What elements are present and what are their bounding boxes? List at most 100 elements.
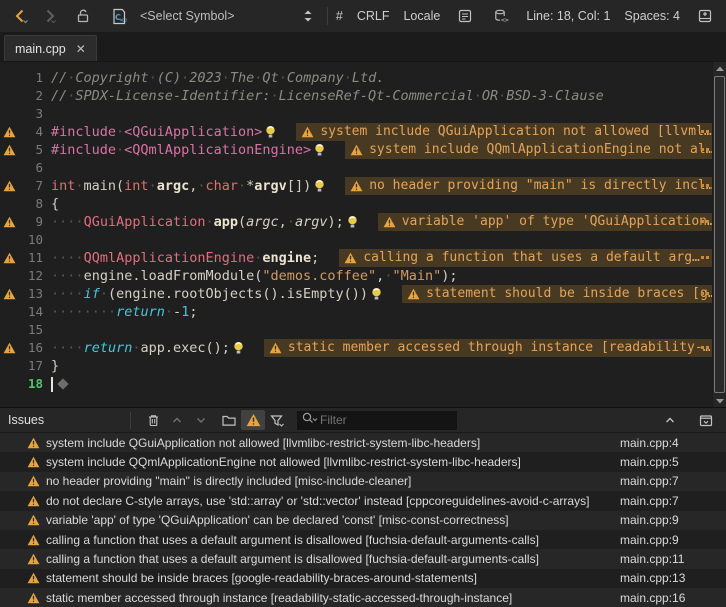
quickfix-lightbulb-icon[interactable] <box>233 341 244 355</box>
unlock-icon[interactable] <box>72 5 94 27</box>
split-editor-icon[interactable] <box>694 5 716 27</box>
detach-panel-icon[interactable] <box>694 410 718 430</box>
code-text: } <box>51 357 59 375</box>
inline-annotation[interactable]: system include QQmlApplicationEngine not… <box>345 141 712 159</box>
code-line[interactable]: 7int·main(int·argc,·char·*argv[])no head… <box>0 177 712 195</box>
line-number[interactable]: 3 <box>19 105 43 123</box>
doc-properties-icon[interactable] <box>454 5 476 27</box>
next-issue-icon[interactable] <box>189 410 213 430</box>
encoding-indicator[interactable]: Locale <box>403 9 440 23</box>
warning-icon <box>350 180 363 192</box>
file-encoding-icon[interactable]: <> <box>490 5 512 27</box>
issue-row[interactable]: variable 'app' of type 'QGuiApplication'… <box>0 511 726 530</box>
trash-icon[interactable] <box>141 410 165 430</box>
inline-annotation[interactable]: calling a function that uses a default a… <box>339 249 712 267</box>
line-number[interactable]: 15 <box>19 321 43 339</box>
gutter-warning-icon[interactable] <box>0 252 19 264</box>
back-icon[interactable] <box>10 5 32 27</box>
code-line[interactable]: 8{ <box>0 195 712 213</box>
gutter-warning-icon[interactable] <box>0 144 19 156</box>
code-line[interactable]: 13····if·(engine.rootObjects().isEmpty()… <box>0 285 712 303</box>
line-number[interactable]: 2 <box>19 87 43 105</box>
quickfix-lightbulb-icon[interactable] <box>265 125 276 139</box>
issue-row[interactable]: calling a function that uses a default a… <box>0 549 726 568</box>
quickfix-lightbulb-icon[interactable] <box>314 143 325 157</box>
issue-row[interactable]: system include QQmlApplicationEngine not… <box>0 452 726 471</box>
code-line[interactable]: 5#include·<QQmlApplicationEngine>system … <box>0 141 712 159</box>
issue-row[interactable]: statement should be inside braces [googl… <box>0 569 726 588</box>
gutter-warning-icon[interactable] <box>0 288 19 300</box>
gutter-warning-icon[interactable] <box>0 342 19 354</box>
category-folder-icon[interactable] <box>217 410 241 430</box>
line-number[interactable]: 17 <box>19 357 43 375</box>
line-number[interactable]: 7 <box>19 177 43 195</box>
cursor-position-indicator[interactable]: Line: 18, Col: 1 <box>526 9 610 23</box>
inline-annotation[interactable]: no header providing "main" is directly i… <box>345 177 712 195</box>
gutter-warning-icon[interactable] <box>0 216 19 228</box>
line-number[interactable]: 5 <box>19 141 43 159</box>
collapse-panel-icon[interactable] <box>658 410 682 430</box>
line-number[interactable]: 18 <box>19 375 43 393</box>
code-line[interactable]: 15 <box>0 321 712 339</box>
code-line[interactable]: 16····return·app.exec();static member ac… <box>0 339 712 357</box>
line-number[interactable]: 13 <box>19 285 43 303</box>
updown-spinner-icon[interactable] <box>297 5 319 27</box>
editor-scrollbar[interactable] <box>712 62 726 407</box>
scrollbar-down-icon[interactable] <box>713 394 726 407</box>
forward-icon[interactable] <box>38 5 60 27</box>
line-number[interactable]: 10 <box>19 231 43 249</box>
line-ending-indicator[interactable]: CRLF <box>357 9 390 23</box>
inline-annotation[interactable]: variable 'app' of type 'QGuiApplication… <box>378 213 712 231</box>
issue-row[interactable]: system include QGuiApplication not allow… <box>0 433 726 452</box>
symbol-dropdown[interactable]: <Select Symbol> <box>130 5 319 27</box>
scrollbar-up-icon[interactable] <box>713 62 726 75</box>
line-number[interactable]: 14 <box>19 303 43 321</box>
line-number[interactable]: 8 <box>19 195 43 213</box>
quickfix-lightbulb-icon[interactable] <box>347 215 358 229</box>
scrollbar-thumb[interactable] <box>714 76 725 393</box>
code-line[interactable]: 3 <box>0 105 712 123</box>
code-line[interactable]: 2//·SPDX-License-Identifier:·LicenseRef-… <box>0 87 712 105</box>
symbol-dropdown-value[interactable]: <Select Symbol> <box>140 9 235 23</box>
code-line[interactable]: 11····QQmlApplicationEngine·engine;calli… <box>0 249 712 267</box>
issue-row[interactable]: no header providing "main" is directly i… <box>0 472 726 491</box>
code-line[interactable]: 6 <box>0 159 712 177</box>
inline-annotation[interactable]: system include QGuiApplication not allow… <box>296 123 712 141</box>
annotation-text: calling a function that uses a default a… <box>363 249 700 267</box>
issues-filter-box[interactable] <box>297 411 457 430</box>
issue-text: static member accessed through instance … <box>46 591 620 605</box>
code-line[interactable]: 18 <box>0 375 712 393</box>
line-number[interactable]: 1 <box>19 69 43 87</box>
line-number[interactable]: 9 <box>19 213 43 231</box>
line-number[interactable]: 12 <box>19 267 43 285</box>
line-number[interactable]: 6 <box>19 159 43 177</box>
line-number[interactable]: 11 <box>19 249 43 267</box>
code-line[interactable]: 10 <box>0 231 712 249</box>
code-line[interactable]: 17} <box>0 357 712 375</box>
quickfix-lightbulb-icon[interactable] <box>314 179 325 193</box>
line-number[interactable]: 4 <box>19 123 43 141</box>
code-line[interactable]: 9····QGuiApplication·app(argc,·argv);var… <box>0 213 712 231</box>
code-editor[interactable]: 1//·Copyright·(C)·2023·The·Qt·Company·Lt… <box>0 62 726 407</box>
issue-row[interactable]: static member accessed through instance … <box>0 588 726 607</box>
code-line[interactable]: 12····engine.loadFromModule("demos.coffe… <box>0 267 712 285</box>
tab-main-cpp[interactable]: main.cpp ✕ <box>4 35 97 61</box>
warning-filter-icon[interactable] <box>241 410 265 430</box>
gutter-warning-icon[interactable] <box>0 180 19 192</box>
issues-filter-input[interactable] <box>318 412 428 428</box>
indentation-indicator[interactable]: Spaces: 4 <box>624 9 680 23</box>
filter-funnel-icon[interactable] <box>265 410 289 430</box>
line-number[interactable]: 16 <box>19 339 43 357</box>
code-line[interactable]: 4#include·<QGuiApplication>system includ… <box>0 123 712 141</box>
inline-annotation[interactable]: static member accessed through instance … <box>264 339 712 357</box>
hash-label[interactable]: # <box>336 9 343 23</box>
issue-row[interactable]: do not declare C-style arrays, use 'std:… <box>0 491 726 510</box>
gutter-warning-icon[interactable] <box>0 126 19 138</box>
issue-row[interactable]: calling a function that uses a default a… <box>0 530 726 549</box>
prev-issue-icon[interactable] <box>165 410 189 430</box>
code-line[interactable]: 1//·Copyright·(C)·2023·The·Qt·Company·Lt… <box>0 69 712 87</box>
tab-close-icon[interactable]: ✕ <box>76 43 86 55</box>
inline-annotation[interactable]: statement should be inside braces [g… <box>402 285 712 303</box>
quickfix-lightbulb-icon[interactable] <box>371 287 382 301</box>
code-line[interactable]: 14········return·-1; <box>0 303 712 321</box>
